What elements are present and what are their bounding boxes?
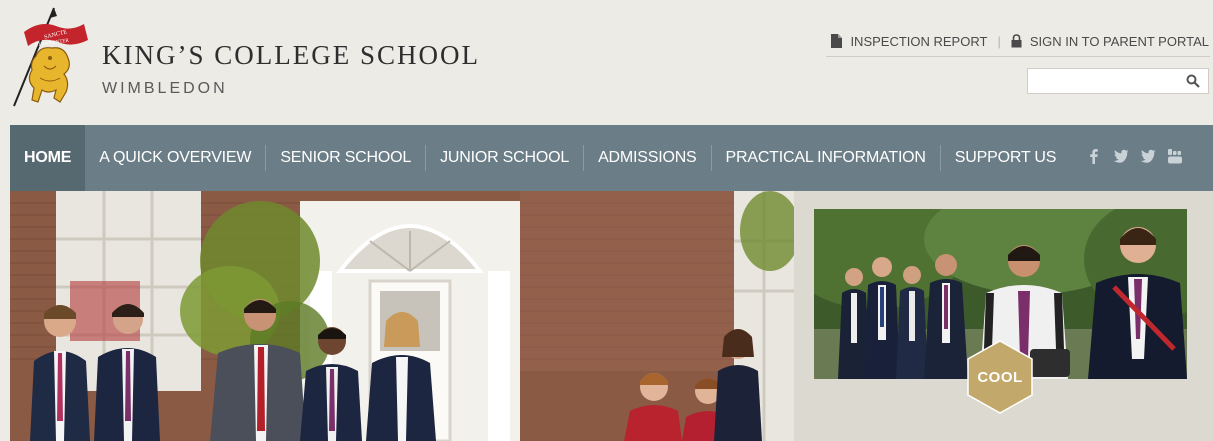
- hero-image: [10, 191, 794, 441]
- nav-item-label: SUPPORT US: [954, 149, 1057, 166]
- school-name[interactable]: KING’S COLLEGE SCHOOL: [102, 40, 480, 71]
- nav-item-home[interactable]: HOME: [10, 125, 86, 191]
- nav-item-label: HOME: [24, 149, 72, 166]
- lock-icon: [1011, 34, 1022, 48]
- nav-item-admissions[interactable]: ADMISSIONS: [584, 125, 710, 191]
- document-icon: [831, 34, 843, 48]
- parent-portal-link[interactable]: SIGN IN TO PARENT PORTAL: [1011, 34, 1209, 49]
- site-header: SANCTE ET SAPIENTER KING’S COLLEGE SCHOO…: [0, 0, 1213, 125]
- nav-item-label: ADMISSIONS: [598, 149, 697, 166]
- school-subtitle: WIMBLEDON: [102, 80, 228, 97]
- nav-item-label: SENIOR SCHOOL: [280, 149, 412, 166]
- search-icon[interactable]: [1186, 74, 1200, 88]
- twitter-icon[interactable]: [1140, 148, 1156, 164]
- school-crest-logo[interactable]: SANCTE ET SAPIENTER: [10, 6, 96, 110]
- search-input[interactable]: [1028, 69, 1178, 93]
- nav-item-label: JUNIOR SCHOOL: [440, 149, 570, 166]
- search-box: [1027, 68, 1209, 94]
- main-navigation: HOME A QUICK OVERVIEW SENIOR SCHOOL JUNI…: [10, 125, 1213, 191]
- twitter-icon[interactable]: [1113, 148, 1129, 164]
- inspection-report-link[interactable]: INSPECTION REPORT: [831, 34, 987, 49]
- nav-item-junior-school[interactable]: JUNIOR SCHOOL: [426, 125, 583, 191]
- nav-item-practical-information[interactable]: PRACTICAL INFORMATION: [712, 125, 940, 191]
- facebook-icon[interactable]: [1086, 148, 1102, 164]
- hero-photo-students: [10, 191, 794, 441]
- utility-links: INSPECTION REPORT | SIGN IN TO PARENT PO…: [831, 30, 1209, 52]
- parent-portal-label: SIGN IN TO PARENT PORTAL: [1029, 33, 1209, 49]
- nav-item-label: A QUICK OVERVIEW: [99, 149, 252, 166]
- nav-item-senior-school[interactable]: SENIOR SCHOOL: [266, 125, 425, 191]
- inspection-report-label: INSPECTION REPORT: [850, 33, 988, 49]
- utility-separator: |: [997, 33, 1001, 49]
- social-links: [1086, 148, 1183, 164]
- nav-item-quick-overview[interactable]: A QUICK OVERVIEW: [85, 125, 265, 191]
- cool-badge[interactable]: COOL: [966, 339, 1034, 415]
- divider: [826, 56, 1210, 57]
- nav-item-support-us[interactable]: SUPPORT US: [941, 125, 1070, 191]
- feature-panel: COOL: [794, 191, 1213, 441]
- nav-item-label: PRACTICAL INFORMATION: [725, 149, 926, 166]
- cool-badge-label: COOL: [977, 368, 1023, 386]
- youtube-icon[interactable]: [1167, 148, 1183, 164]
